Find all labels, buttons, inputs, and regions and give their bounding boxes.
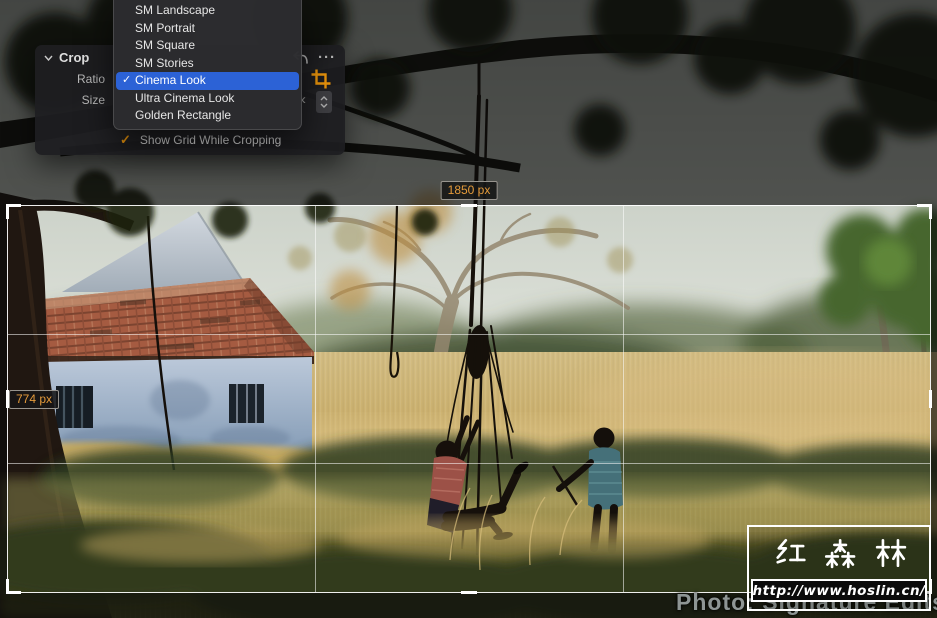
ratio-label: Ratio <box>76 72 105 86</box>
menu-item-sm-landscape[interactable]: SM Landscape <box>116 2 299 20</box>
crop-width-badge: 1850 px <box>440 181 498 200</box>
ratio-dropdown-menu: SM Landscape SM Portrait SM Square SM St… <box>113 0 302 130</box>
grid-line-horizontal-2 <box>8 463 930 464</box>
crop-tool-icon[interactable] <box>310 68 332 90</box>
menu-item-golden-rectangle[interactable]: Golden Rectangle <box>116 107 299 125</box>
grid-line-horizontal-1 <box>8 334 930 335</box>
photo-editor-window: 1850 px 774 px Crop ··· Ratio Size ‹ ✓ S… <box>0 0 937 618</box>
checkbox-checked-icon: ✓ <box>120 132 131 147</box>
stepper-down-icon[interactable] <box>320 103 328 108</box>
menu-item-sm-stories[interactable]: SM Stories <box>116 55 299 73</box>
menu-item-sm-portrait[interactable]: SM Portrait <box>116 20 299 38</box>
grid-line-vertical-1 <box>315 206 316 592</box>
crop-handle-bottom-left[interactable] <box>6 579 21 594</box>
crop-handle-top-right[interactable] <box>917 204 932 219</box>
menu-item-ultra-cinema-look[interactable]: Ultra Cinema Look <box>116 90 299 108</box>
size-stepper[interactable] <box>316 91 332 113</box>
size-label: Size <box>81 93 105 107</box>
crop-handle-top[interactable] <box>461 204 477 207</box>
grid-line-vertical-2 <box>623 206 624 592</box>
check-icon: ✓ <box>122 74 132 86</box>
crop-handle-right[interactable] <box>929 390 932 408</box>
watermark-box: http://www.hoslin.cn/ <box>747 525 931 611</box>
stepper-up-icon[interactable] <box>320 96 328 101</box>
crop-height-badge: 774 px <box>9 390 60 409</box>
watermark-url: http://www.hoslin.cn/ <box>751 579 927 602</box>
menu-item-sm-square[interactable]: SM Square <box>116 37 299 55</box>
brand-logo <box>776 538 907 569</box>
panel-header[interactable]: Crop <box>44 50 89 65</box>
crop-handle-top-left[interactable] <box>6 204 21 219</box>
show-grid-label: Show Grid While Cropping <box>139 133 282 147</box>
chevron-down-icon <box>44 55 53 61</box>
more-options-icon[interactable]: ··· <box>318 50 336 65</box>
crop-handle-bottom[interactable] <box>461 591 477 594</box>
menu-item-cinema-look[interactable]: ✓ Cinema Look <box>116 72 299 90</box>
panel-title: Crop <box>59 50 90 65</box>
show-grid-checkbox[interactable]: ✓ Show Grid While Cropping <box>120 132 281 148</box>
